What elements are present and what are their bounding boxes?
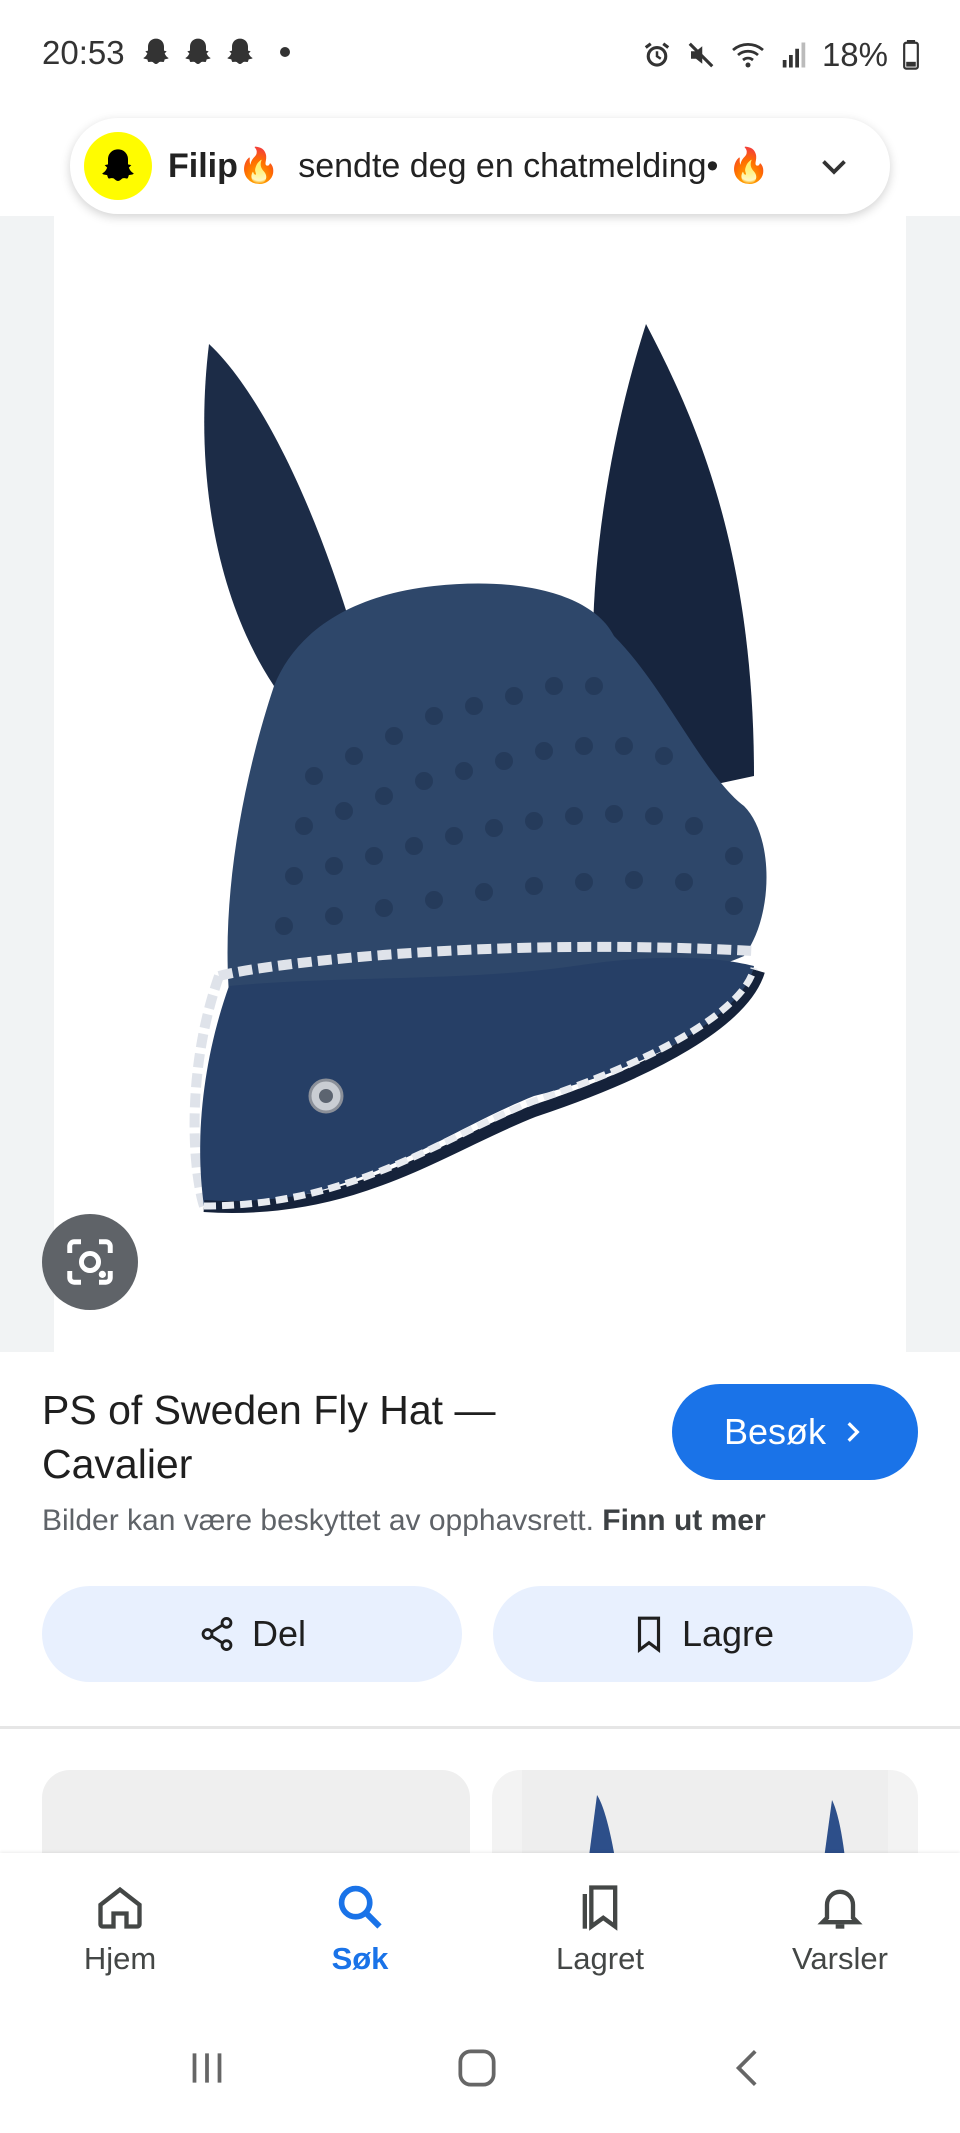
nav-search-label: Søk — [331, 1941, 389, 1976]
google-lens-button[interactable] — [42, 1214, 138, 1310]
lens-icon — [67, 1239, 113, 1285]
alarm-icon — [644, 42, 670, 67]
fly-hat-illustration — [189, 324, 767, 1213]
nav-notifications-label: Varsler — [792, 1941, 888, 1976]
battery-icon — [903, 40, 919, 70]
signal-icon — [782, 42, 806, 68]
product-image[interactable] — [54, 216, 906, 1352]
nav-saved[interactable]: Lagret — [520, 1881, 680, 1977]
nav-home-label: Hjem — [83, 1941, 157, 1976]
learn-more-link[interactable]: Finn ut mer — [602, 1504, 765, 1537]
bell-icon — [817, 1889, 863, 1929]
nav-home[interactable]: Hjem — [40, 1881, 200, 1977]
snapchat-icon — [84, 132, 152, 200]
share-icon — [201, 1617, 233, 1651]
notification-sender: Filip🔥 — [168, 147, 281, 185]
nav-notifications[interactable]: Varsler — [760, 1881, 920, 1977]
status-right: 18% — [642, 36, 920, 74]
home-circle-icon[interactable] — [452, 2043, 502, 2093]
save-label: Lagre — [681, 1613, 775, 1654]
status-bar: 20:53 18% — [0, 0, 960, 110]
image-viewer[interactable] — [0, 216, 960, 1352]
divider — [0, 1726, 960, 1729]
nav-saved-label: Lagret — [556, 1941, 644, 1976]
back-icon[interactable] — [724, 2043, 774, 2093]
battery-percent: 18% — [821, 36, 888, 73]
notification-message: sendte deg en chatmelding• 🔥 — [298, 147, 771, 185]
nav-search[interactable]: Søk — [280, 1881, 440, 1977]
copyright-notice: Bilder kan være beskyttet av opphavsrett… — [42, 1504, 766, 1538]
chevron-right-icon — [847, 1422, 860, 1442]
visit-button[interactable]: Besøk — [672, 1384, 918, 1480]
status-time: 20:53 — [42, 34, 125, 71]
share-label: Del — [251, 1613, 307, 1654]
more-notifications-dot — [280, 47, 290, 57]
snapchat-ghost-icon — [185, 38, 211, 64]
search-icon — [338, 1885, 382, 1929]
bottom-navigation: Hjem Søk Lagret Varsler — [0, 1853, 960, 2003]
snapchat-ghost-icon — [143, 38, 169, 64]
saved-icon — [582, 1885, 618, 1931]
chevron-down-icon[interactable] — [816, 148, 852, 184]
save-button[interactable]: Lagre — [493, 1586, 913, 1682]
visit-label: Besøk — [723, 1411, 827, 1452]
snapchat-ghost-icon — [227, 38, 253, 64]
notification-icons — [140, 36, 290, 68]
home-icon — [98, 1886, 142, 1929]
system-navigation-bar — [0, 2003, 960, 2133]
snapchat-notification[interactable]: Filip🔥 sendte deg en chatmelding• 🔥 — [70, 118, 890, 214]
share-button[interactable]: Del — [42, 1586, 462, 1682]
mute-icon — [688, 42, 714, 68]
bookmark-icon — [637, 1616, 661, 1653]
product-title: PS of Sweden Fly Hat — Cavalier — [42, 1387, 496, 1487]
wifi-icon — [732, 43, 764, 68]
copyright-text: Bilder kan være beskyttet av opphavsrett… — [42, 1504, 594, 1537]
recent-apps-icon[interactable] — [182, 2043, 232, 2093]
